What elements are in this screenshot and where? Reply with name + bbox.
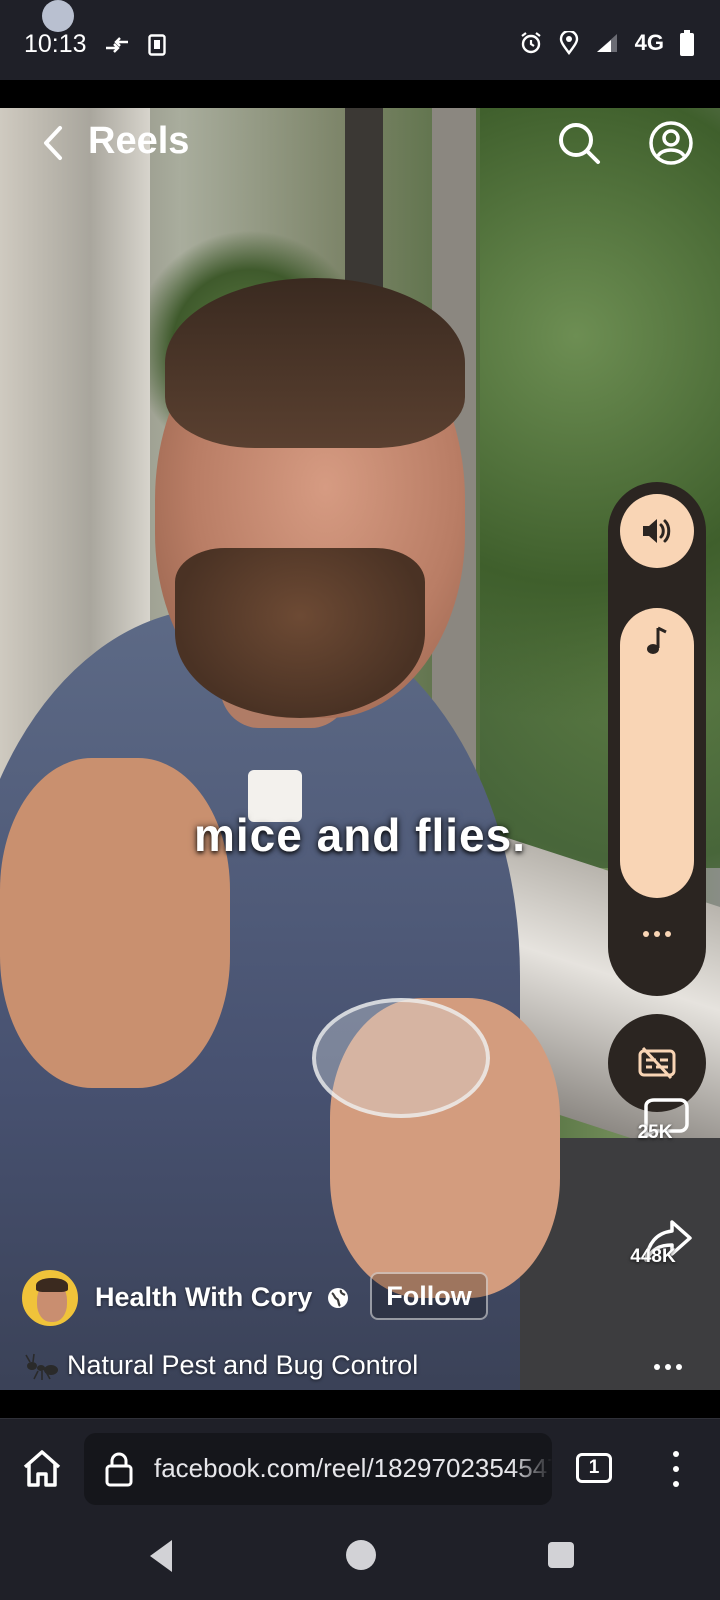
nav-recents-icon[interactable] bbox=[548, 1542, 574, 1568]
alarm-icon bbox=[520, 32, 541, 54]
ant-emoji-icon bbox=[25, 1353, 58, 1380]
volume-button[interactable] bbox=[620, 494, 694, 568]
status-icons-right: 4G bbox=[519, 30, 694, 56]
glass-bowl bbox=[312, 998, 490, 1118]
network-type-label: 4G bbox=[634, 30, 664, 55]
status-time: 10:13 bbox=[24, 30, 87, 58]
lock-icon[interactable] bbox=[104, 1451, 134, 1487]
location-icon bbox=[559, 31, 578, 55]
music-volume-slider[interactable] bbox=[620, 608, 694, 898]
nav-home-icon[interactable] bbox=[346, 1540, 376, 1570]
status-indicator-dot bbox=[42, 0, 74, 32]
browser-toolbar: facebook.com/reel/1829702354547 1 bbox=[0, 1418, 720, 1518]
signal-icon bbox=[596, 34, 617, 52]
url-fade bbox=[512, 1433, 552, 1505]
back-arrow-icon[interactable] bbox=[34, 122, 74, 164]
reels-header: Reels bbox=[0, 108, 720, 178]
captions-off-icon bbox=[638, 1046, 676, 1080]
status-bar: 10:13 4G bbox=[0, 0, 720, 80]
tab-switcher-button[interactable]: 1 bbox=[576, 1453, 612, 1483]
system-navigation-bar bbox=[0, 1518, 720, 1600]
avatar-hair bbox=[36, 1278, 68, 1292]
person-beard bbox=[175, 548, 425, 718]
person-hair bbox=[165, 278, 465, 448]
nav-back-icon[interactable] bbox=[146, 1538, 176, 1574]
avatar[interactable] bbox=[22, 1270, 78, 1326]
more-audio-options-button[interactable] bbox=[608, 914, 706, 954]
home-icon[interactable] bbox=[20, 1447, 64, 1491]
data-transfer-icon bbox=[106, 37, 128, 53]
address-bar[interactable]: facebook.com/reel/1829702354547 bbox=[84, 1433, 552, 1505]
follow-button[interactable]: Follow bbox=[370, 1272, 488, 1320]
url-text: facebook.com/reel/1829702354547 bbox=[154, 1453, 552, 1483]
notification-icon bbox=[148, 34, 166, 56]
search-icon[interactable] bbox=[556, 120, 602, 166]
battery-icon bbox=[680, 30, 694, 56]
status-icons-left bbox=[104, 34, 166, 56]
reel-description: Natural Pest and Bug Control bbox=[67, 1350, 419, 1380]
globe-icon bbox=[328, 1288, 348, 1308]
speaker-icon bbox=[643, 519, 671, 543]
more-options-button[interactable] bbox=[648, 1352, 688, 1382]
page-title: Reels bbox=[88, 120, 190, 162]
comments-count: 25K bbox=[637, 1122, 673, 1143]
music-note-icon bbox=[647, 626, 667, 654]
audio-control-panel bbox=[608, 482, 706, 996]
letterbox-top bbox=[0, 80, 720, 108]
profile-icon[interactable] bbox=[648, 120, 694, 166]
browser-menu-button[interactable] bbox=[666, 1447, 686, 1491]
shares-count: 448K bbox=[630, 1246, 676, 1267]
author-name[interactable]: Health With Cory bbox=[95, 1282, 312, 1313]
